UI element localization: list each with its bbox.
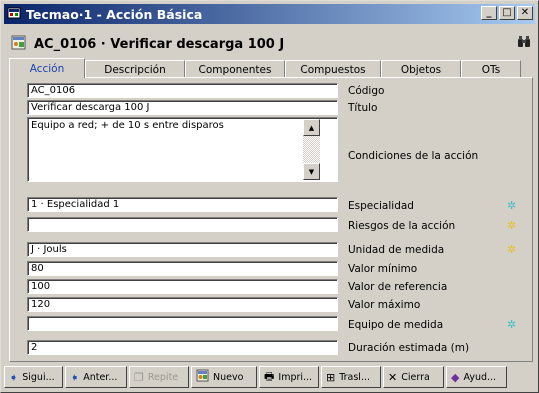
equipo-label: Equipo de medida bbox=[348, 319, 444, 331]
traslada-label: Trasl... bbox=[339, 371, 371, 383]
unidad-label: Unidad de medida bbox=[348, 244, 445, 256]
repite-button[interactable]: ❐ Repite bbox=[129, 366, 189, 388]
siguiente-button[interactable]: ➧ Sigui... bbox=[4, 366, 63, 388]
riesgos-field[interactable] bbox=[27, 217, 338, 232]
maximize-icon: □ bbox=[502, 7, 512, 18]
repeat-icon: ❐ bbox=[134, 370, 144, 384]
minimize-icon: _ bbox=[486, 7, 492, 18]
maximo-label: Valor máximo bbox=[348, 299, 421, 311]
record-header: AC_0106 · Verificar descarga 100 J bbox=[11, 33, 531, 55]
anterior-label: Anter... bbox=[83, 371, 118, 383]
tab-label: Acción bbox=[29, 62, 65, 75]
codigo-label: Código bbox=[348, 85, 385, 97]
window-title: Tecmao·1 - Acción Básica bbox=[26, 6, 203, 22]
arrow-down-icon: ▼ bbox=[308, 167, 315, 176]
codigo-field[interactable]: AC_0106 bbox=[27, 83, 338, 98]
tab-objetos[interactable]: Objetos bbox=[381, 60, 461, 78]
cierra-label: Cierra bbox=[401, 371, 430, 383]
tab-label: Objetos bbox=[400, 63, 442, 76]
condiciones-textarea[interactable]: Equipo a red; + de 10 s entre disparos ▲… bbox=[27, 117, 338, 182]
tab-label: OTs bbox=[481, 63, 501, 76]
equipo-lookup-icon[interactable]: ✲ bbox=[507, 318, 516, 331]
close-icon: ✕ bbox=[520, 7, 530, 18]
action-icon bbox=[11, 35, 26, 54]
ayuda-button[interactable]: ◆ Ayud... bbox=[446, 366, 507, 388]
arrow-right-icon: ➧ bbox=[9, 370, 19, 384]
tab-ots[interactable]: OTs bbox=[461, 60, 521, 78]
repite-label: Repite bbox=[147, 371, 179, 383]
tab-bar: Acción Descripción Componentes Compuesto… bbox=[9, 58, 533, 78]
binoculars-icon[interactable] bbox=[517, 35, 531, 52]
ayuda-label: Ayud... bbox=[463, 371, 497, 383]
scroll-up-button[interactable]: ▲ bbox=[303, 119, 320, 136]
riesgos-lookup-icon[interactable]: ✲ bbox=[507, 219, 516, 232]
duracion-label: Duración estimada (m) bbox=[348, 342, 470, 354]
cierra-button[interactable]: ✕ Cierra bbox=[383, 366, 444, 388]
tab-descripcion[interactable]: Descripción bbox=[85, 60, 185, 78]
anterior-button[interactable]: ➧ Anter... bbox=[65, 366, 127, 388]
equipo-field[interactable] bbox=[27, 316, 338, 331]
nuevo-label: Nuevo bbox=[213, 371, 244, 383]
tab-label: Descripción bbox=[104, 63, 166, 76]
maximo-field[interactable]: 120 bbox=[27, 297, 338, 312]
siguiente-label: Sigui... bbox=[22, 371, 55, 383]
tab-label: Componentes bbox=[198, 63, 272, 76]
help-icon: ◆ bbox=[451, 370, 460, 384]
new-icon bbox=[196, 369, 209, 385]
unidad-lookup-icon[interactable]: ✲ bbox=[507, 243, 516, 256]
imprime-label: Impri... bbox=[278, 371, 313, 383]
condiciones-scrollbar[interactable]: ▲ ▼ bbox=[303, 119, 320, 180]
app-icon bbox=[7, 6, 21, 23]
printer-icon: 🖶 bbox=[264, 369, 275, 383]
unidad-field[interactable]: J · Jouls bbox=[27, 242, 338, 257]
scroll-down-button[interactable]: ▼ bbox=[303, 163, 320, 180]
bottom-toolbar: ➧ Sigui... ➧ Anter... ❐ Repite Nuevo 🖶 I… bbox=[4, 366, 535, 390]
maximize-button[interactable]: □ bbox=[499, 6, 515, 20]
titulo-label: Título bbox=[348, 102, 378, 114]
referencia-field[interactable]: 100 bbox=[27, 279, 338, 294]
close-x-icon: ✕ bbox=[388, 370, 398, 384]
tab-label: Compuestos bbox=[300, 63, 366, 76]
arrow-up-icon: ▲ bbox=[308, 123, 315, 132]
tab-compuestos[interactable]: Compuestos bbox=[285, 60, 381, 78]
nuevo-button[interactable]: Nuevo bbox=[191, 366, 257, 388]
tab-accion[interactable]: Acción bbox=[9, 58, 85, 78]
riesgos-label: Riesgos de la acción bbox=[348, 220, 456, 232]
duracion-field[interactable]: 2 bbox=[27, 340, 338, 355]
minimo-label: Valor mínimo bbox=[348, 263, 418, 275]
condiciones-text: Equipo a red; + de 10 s entre disparos bbox=[31, 120, 224, 131]
record-title: AC_0106 · Verificar descarga 100 J bbox=[34, 36, 285, 52]
condiciones-label: Condiciones de la acción bbox=[348, 150, 479, 162]
close-button[interactable]: ✕ bbox=[517, 6, 533, 20]
especialidad-field[interactable]: 1 · Especialidad 1 bbox=[27, 197, 338, 212]
minimize-button[interactable]: _ bbox=[481, 6, 497, 20]
titulo-field[interactable]: Verificar descarga 100 J bbox=[27, 100, 338, 115]
tab-componentes[interactable]: Componentes bbox=[185, 60, 285, 78]
minimo-field[interactable]: 80 bbox=[27, 261, 338, 276]
especialidad-lookup-icon[interactable]: ✲ bbox=[507, 199, 516, 212]
title-bar[interactable]: Tecmao·1 - Acción Básica _ □ ✕ bbox=[4, 4, 535, 24]
especialidad-label: Especialidad bbox=[348, 200, 414, 212]
imprime-button[interactable]: 🖶 Impri... bbox=[259, 366, 319, 388]
referencia-label: Valor de referencia bbox=[348, 281, 448, 293]
traslada-button[interactable]: ⊞ Trasl... bbox=[321, 366, 381, 388]
main-window: Tecmao·1 - Acción Básica _ □ ✕ AC_0106 ·… bbox=[0, 0, 539, 393]
arrow-left-icon: ➧ bbox=[70, 370, 80, 384]
transfer-icon: ⊞ bbox=[326, 370, 336, 384]
